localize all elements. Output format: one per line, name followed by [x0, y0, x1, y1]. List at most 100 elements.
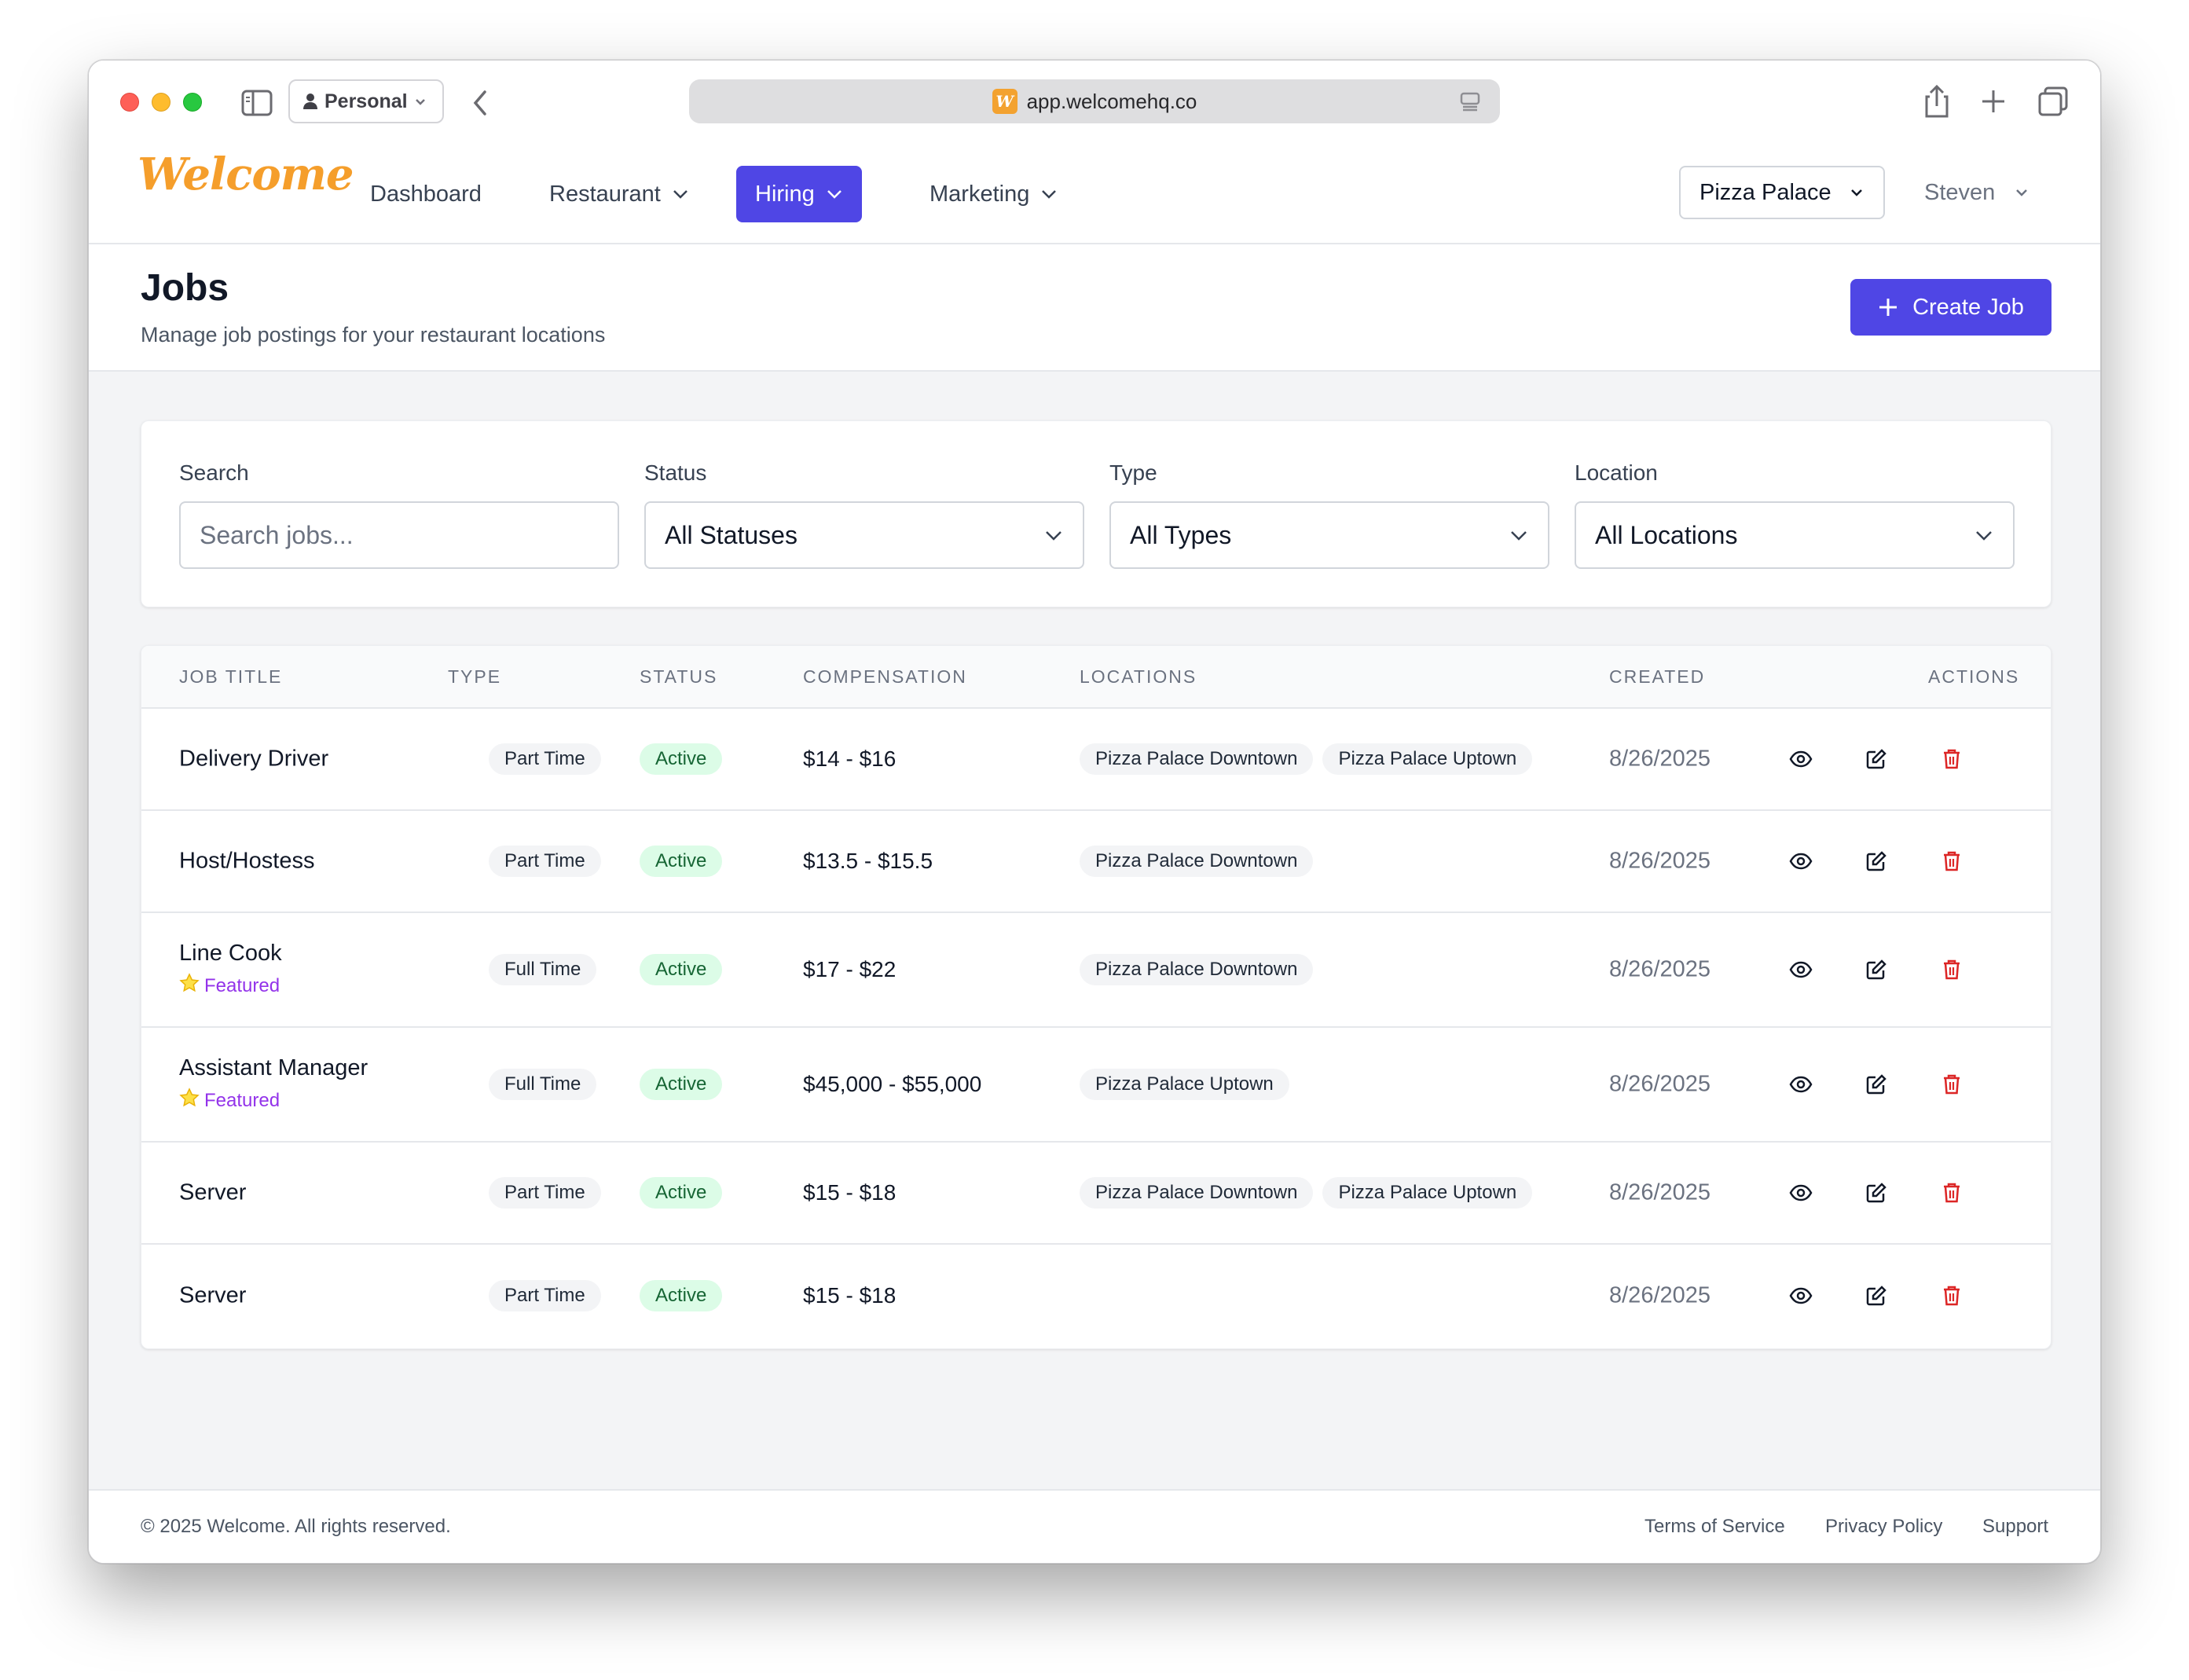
sidebar-toggle-icon[interactable]: [241, 87, 273, 119]
header-locations: LOCATIONS: [1080, 666, 1197, 687]
back-arrow-icon[interactable]: [464, 87, 496, 119]
status-badge: Active: [640, 1177, 723, 1209]
share-icon[interactable]: [1920, 84, 1954, 119]
search-input[interactable]: Search jobs...: [179, 501, 619, 569]
delete-icon[interactable]: [1938, 1282, 1966, 1310]
locations-cell: Pizza Palace Downtown Pizza Palace Uptown: [1080, 743, 1542, 775]
view-icon[interactable]: [1787, 745, 1815, 773]
compensation: $13.5 - $15.5: [803, 849, 933, 873]
view-icon[interactable]: [1787, 956, 1815, 984]
reader-mode-icon[interactable]: [1459, 90, 1481, 112]
type-cell: Part Time: [489, 1177, 601, 1209]
location-label: Location: [1575, 460, 1658, 485]
new-tab-icon[interactable]: [1976, 84, 2011, 119]
job-title[interactable]: Assistant Manager: [179, 1055, 368, 1081]
status-badge: Active: [640, 1069, 723, 1100]
type-select[interactable]: All Types: [1109, 501, 1549, 569]
table-row: Host/Hostess Part Time Active $13.5 - $15.5…: [141, 811, 2051, 913]
location-select[interactable]: All Locations: [1575, 501, 2015, 569]
type-badge: Part Time: [489, 846, 601, 877]
minimize-window-button[interactable]: [152, 93, 170, 112]
locations-cell: Pizza Palace Downtown: [1080, 954, 1322, 985]
delete-icon[interactable]: [1938, 1179, 1966, 1207]
type-badge: Part Time: [489, 1280, 601, 1311]
job-title[interactable]: Host/Hostess: [179, 849, 314, 875]
page-footer: © 2025 Welcome. All rights reserved. Ter…: [89, 1489, 2100, 1563]
edit-icon[interactable]: [1862, 745, 1890, 773]
terms-link[interactable]: Terms of Service: [1644, 1516, 1785, 1538]
close-window-button[interactable]: [120, 93, 139, 112]
support-link[interactable]: Support: [1982, 1516, 2048, 1538]
jobs-table: JOB TITLE TYPE STATUS COMPENSATION LOCAT…: [141, 645, 2052, 1349]
location-badge: Pizza Palace Uptown: [1322, 743, 1533, 775]
create-job-label: Create Job: [1912, 294, 2024, 320]
header-type: TYPE: [448, 666, 502, 687]
type-cell: Part Time: [489, 1280, 601, 1311]
status-cell: Active: [640, 1069, 723, 1100]
delete-icon[interactable]: [1938, 956, 1966, 984]
edit-icon[interactable]: [1862, 1070, 1890, 1099]
location-badge: Pizza Palace Uptown: [1080, 1069, 1289, 1100]
site-favicon: W: [992, 89, 1018, 114]
job-title[interactable]: Server: [179, 1180, 246, 1206]
job-title[interactable]: Delivery Driver: [179, 746, 328, 772]
table-row: Assistant Manager Featured Full Time Active…: [141, 1028, 2051, 1143]
table-row: Delivery Driver Part Time Active $14 - $16 P…: [141, 709, 2051, 811]
privacy-link[interactable]: Privacy Policy: [1825, 1516, 1942, 1538]
location-badge: Pizza Palace Downtown: [1080, 846, 1314, 877]
tab-overview-icon[interactable]: [2036, 84, 2070, 119]
job-title-cell: Server: [179, 1283, 246, 1309]
job-title[interactable]: Server: [179, 1283, 246, 1309]
status-select[interactable]: All Statuses: [644, 501, 1084, 569]
nav-hiring[interactable]: Hiring: [736, 166, 862, 222]
status-label: Status: [644, 460, 707, 485]
header-job-title: JOB TITLE: [179, 666, 283, 687]
create-job-button[interactable]: Create Job: [1850, 279, 2052, 336]
nav-restaurant-label: Restaurant: [549, 181, 661, 207]
address-bar[interactable]: W app.welcomehq.co: [689, 79, 1500, 123]
compensation: $45,000 - $55,000: [803, 1072, 982, 1096]
location-select-value: All Locations: [1595, 520, 1738, 549]
type-badge: Full Time: [489, 1069, 597, 1100]
restaurant-selector[interactable]: Pizza Palace: [1679, 166, 1885, 219]
welcome-logo[interactable]: Welcome: [138, 149, 354, 200]
page-header: Jobs Manage job postings for your restau…: [89, 244, 2100, 372]
view-icon[interactable]: [1787, 1070, 1815, 1099]
nav-dashboard[interactable]: Dashboard: [351, 166, 500, 222]
delete-icon[interactable]: [1938, 847, 1966, 875]
table-row: Server Part Time Active $15 - $18 8/26/2025: [141, 1245, 2051, 1347]
location-badge: Pizza Palace Uptown: [1322, 1177, 1533, 1209]
view-icon[interactable]: [1787, 1282, 1815, 1310]
profile-selector[interactable]: Personal: [288, 79, 444, 123]
zoom-window-button[interactable]: [183, 93, 202, 112]
status-select-value: All Statuses: [665, 520, 798, 549]
user-name: Steven: [1924, 179, 1996, 205]
view-icon[interactable]: [1787, 1179, 1815, 1207]
nav-marketing[interactable]: Marketing: [911, 166, 1076, 222]
type-cell: Full Time: [489, 1069, 597, 1100]
job-title[interactable]: Line Cook: [179, 941, 282, 967]
delete-icon[interactable]: [1938, 1070, 1966, 1099]
created-date: 8/26/2025: [1609, 1179, 1711, 1205]
chevron-down-icon: [1511, 531, 1527, 541]
job-title-cell: Line Cook Featured: [179, 941, 282, 999]
nav-marketing-label: Marketing: [930, 181, 1030, 207]
delete-icon[interactable]: [1938, 745, 1966, 773]
type-cell: Part Time: [489, 743, 601, 775]
view-icon[interactable]: [1787, 847, 1815, 875]
user-menu[interactable]: Steven: [1924, 166, 2030, 219]
edit-icon[interactable]: [1862, 1282, 1890, 1310]
location-badge: Pizza Palace Downtown: [1080, 954, 1314, 985]
type-cell: Part Time: [489, 846, 601, 877]
header-compensation: COMPENSATION: [803, 666, 967, 687]
chevron-down-icon: [1851, 189, 1862, 196]
edit-icon[interactable]: [1862, 847, 1890, 875]
edit-icon[interactable]: [1862, 956, 1890, 984]
type-label: Type: [1109, 460, 1157, 485]
edit-icon[interactable]: [1862, 1179, 1890, 1207]
location-badge: Pizza Palace Downtown: [1080, 743, 1314, 775]
nav-restaurant[interactable]: Restaurant: [530, 166, 708, 222]
chevron-down-icon: [415, 99, 425, 105]
filters-panel: Search Search jobs... Status All Statuse…: [141, 420, 2052, 607]
job-title-cell: Host/Hostess: [179, 849, 314, 875]
